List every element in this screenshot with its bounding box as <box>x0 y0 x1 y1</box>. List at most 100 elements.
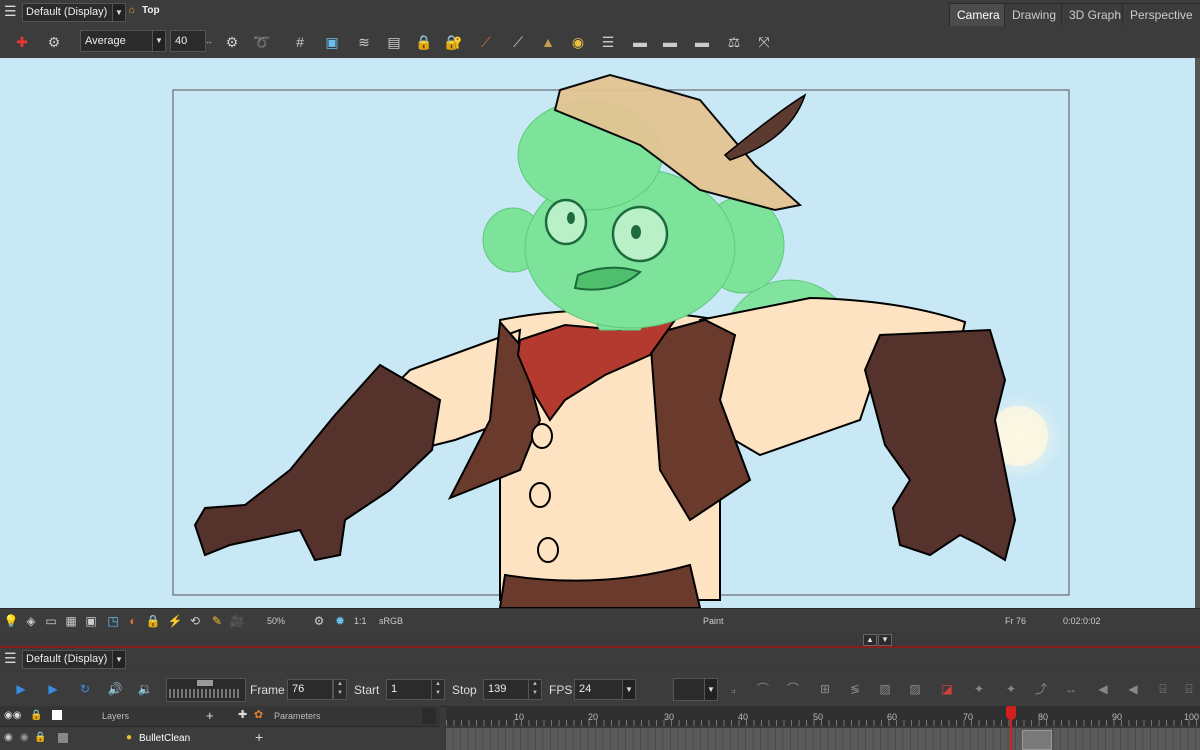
magnet-icon[interactable]: ➰ <box>252 32 272 52</box>
slider-arrows-icon[interactable]: ↔ <box>205 37 213 46</box>
tab-camera[interactable]: Camera <box>949 3 1008 26</box>
keyframe-tool-icon-13[interactable]: ◀ <box>1094 680 1112 698</box>
settings-icon[interactable]: ⚙ <box>44 32 64 52</box>
rotate-view-icon[interactable]: ⟲ <box>186 612 204 630</box>
layer-visibility-icon[interactable]: ◉ <box>4 732 13 743</box>
smoothing-mode-chevron-icon[interactable]: ▼ <box>152 30 166 52</box>
keyframe-tool-icon-6[interactable]: ▨ <box>876 680 894 698</box>
onion-icon[interactable]: ◐ <box>124 612 142 630</box>
layers-toggle-icon[interactable]: ◈ <box>22 612 40 630</box>
keyframe-tool-icon-1[interactable]: ⟓ <box>724 680 742 698</box>
keyframe-tool-icon-10[interactable]: ✦ <box>1002 680 1020 698</box>
timeline-menu-icon[interactable]: ☰ <box>4 651 18 665</box>
frame-toggle-icon[interactable]: ▭ <box>42 612 60 630</box>
onion-skin-icon[interactable]: ≋ <box>354 32 374 52</box>
lock-icon[interactable]: 🔒 <box>414 32 434 52</box>
stack-icon-1[interactable]: ☰ <box>598 32 618 52</box>
stop-input[interactable]: 139 <box>483 679 529 700</box>
visibility-header-icon[interactable]: ◉◉ <box>4 710 21 721</box>
timeline-view-select[interactable]: Default (Display) <box>22 650 115 669</box>
location-label[interactable]: Top <box>142 5 160 16</box>
layer-row[interactable]: ◉ ◉ 🔒 ● BulletClean + <box>0 728 440 750</box>
keyframe-tool-icon-12[interactable]: ↔ <box>1062 680 1080 698</box>
stack-icon-4[interactable]: ▬ <box>692 32 712 52</box>
gear-icon[interactable]: ⚙ <box>222 32 242 52</box>
start-stepper[interactable]: ▲ ▼ <box>431 679 445 700</box>
layer-name[interactable]: BulletClean <box>139 733 190 744</box>
keyframe-tool-icon-5[interactable]: ≶ <box>846 680 864 698</box>
light-bulb-icon[interactable]: 💡 <box>2 612 20 630</box>
keyframe-tool-icon-3[interactable]: ⌒ <box>784 680 802 698</box>
sound-scrub-icon[interactable]: 🔉 <box>136 680 154 698</box>
smoothing-mode-select[interactable]: Average <box>80 30 154 52</box>
grid-icon[interactable]: # <box>290 32 310 52</box>
layer-lock-icon[interactable]: 🔒 <box>34 732 46 743</box>
stop-stepper[interactable]: ▲ ▼ <box>528 679 542 700</box>
ease-preset-swatch[interactable] <box>673 678 705 701</box>
chain-icon[interactable]: ⟋ <box>508 32 528 52</box>
view-dropdown-chevron-icon[interactable]: ▼ <box>112 3 126 22</box>
zoom-level[interactable]: 50% <box>267 616 285 626</box>
light-table-icon[interactable]: ▤ <box>384 32 404 52</box>
pivot-icon[interactable]: ▲ <box>538 32 558 52</box>
frame-cells[interactable] <box>446 728 1200 750</box>
tab-perspective[interactable]: Perspective <box>1122 3 1200 26</box>
layers-scrollbar[interactable] <box>422 708 436 724</box>
keyframe-tool-icon-9[interactable]: ✦ <box>970 680 988 698</box>
keyframe-tool-icon-11[interactable]: ⤴ <box>1032 680 1050 698</box>
play-icon[interactable]: ▶ <box>12 680 30 698</box>
tab-3d-graph[interactable]: 3D Graph <box>1061 3 1130 26</box>
view-menu-icon[interactable]: ☰ <box>4 4 18 18</box>
bounding-box-icon[interactable]: ◳ <box>104 612 122 630</box>
keyframe-tool-icon-7[interactable]: ▨ <box>906 680 924 698</box>
sun-icon[interactable]: ✹ <box>331 612 349 630</box>
pixel-ratio[interactable]: 1:1 <box>354 616 367 626</box>
color-header-swatch[interactable] <box>52 710 62 720</box>
timeline-view-chevron-icon[interactable]: ▼ <box>112 650 126 669</box>
loop-icon[interactable]: ↻ <box>76 680 94 698</box>
frame-stepper[interactable]: ▲ ▼ <box>333 679 347 700</box>
table-icon[interactable]: ▦ <box>62 612 80 630</box>
keyframe-tool-icon-8[interactable]: ◪ <box>938 680 956 698</box>
stack-icon-3[interactable]: ▬ <box>660 32 680 52</box>
camera-viewport[interactable] <box>0 58 1195 608</box>
tab-drawing[interactable]: Drawing <box>1004 3 1065 26</box>
status-lock-icon[interactable]: 🔒 <box>144 612 162 630</box>
playback-speed-handle[interactable] <box>197 680 213 686</box>
stack-icon-2[interactable]: ▬ <box>630 32 650 52</box>
layer-menu-icon[interactable]: ✿ <box>254 708 263 721</box>
camera-icon[interactable]: 🎥 <box>228 612 246 630</box>
flip-icon[interactable]: ⤧ <box>754 32 774 52</box>
keyframe-tool-icon-4[interactable]: ⊞ <box>816 680 834 698</box>
add-layer-icon[interactable]: + <box>206 708 214 723</box>
lock-add-icon[interactable]: 🔐 <box>444 32 464 52</box>
stopwatch-icon[interactable]: ◉ <box>568 32 588 52</box>
sound-icon[interactable]: 🔊 <box>106 680 124 698</box>
play-selection-icon[interactable]: ▶ <box>44 680 62 698</box>
expand-layer-icon[interactable]: + <box>255 729 263 745</box>
playback-speed-slider[interactable] <box>166 678 246 702</box>
viewport-scrollbar[interactable] <box>1195 58 1200 608</box>
exposure-block[interactable] <box>1022 730 1052 750</box>
bone-icon[interactable]: ⟋ <box>476 32 496 52</box>
colorspace-label[interactable]: sRGB <box>379 616 403 626</box>
frame-input[interactable]: 76 <box>287 679 333 700</box>
add-peg-icon[interactable]: ✚ <box>238 708 247 721</box>
layer-color-swatch[interactable] <box>58 733 68 743</box>
keyframe-tool-icon-2[interactable]: ⌒ <box>754 680 772 698</box>
ease-preset-chevron-icon[interactable]: ▼ <box>704 678 718 701</box>
collapse-down-icon[interactable]: ▼ <box>878 634 892 646</box>
keyframe-tool-icon-14[interactable]: ◀ <box>1124 680 1142 698</box>
lightning-icon[interactable]: ⚡ <box>166 612 184 630</box>
collapse-up-icon[interactable]: ▲ <box>863 634 877 646</box>
keyframe-tool-icon-15[interactable]: ⌸ <box>1154 680 1172 698</box>
view-select[interactable]: Default (Display) <box>22 3 115 22</box>
keyframe-tool-icon-16[interactable]: ⌸ <box>1180 680 1198 698</box>
balance-icon[interactable]: ⚖ <box>724 32 744 52</box>
brush-icon[interactable]: ✎ <box>208 612 226 630</box>
layer-solo-icon[interactable]: ◉ <box>20 732 29 743</box>
add-keyframe-icon[interactable]: ✚ <box>12 32 32 52</box>
gear-settings-icon[interactable]: ⚙ <box>310 612 328 630</box>
panel-splitter[interactable]: ▲ ▼ <box>0 632 1200 648</box>
fps-chevron-icon[interactable]: ▼ <box>622 679 636 700</box>
